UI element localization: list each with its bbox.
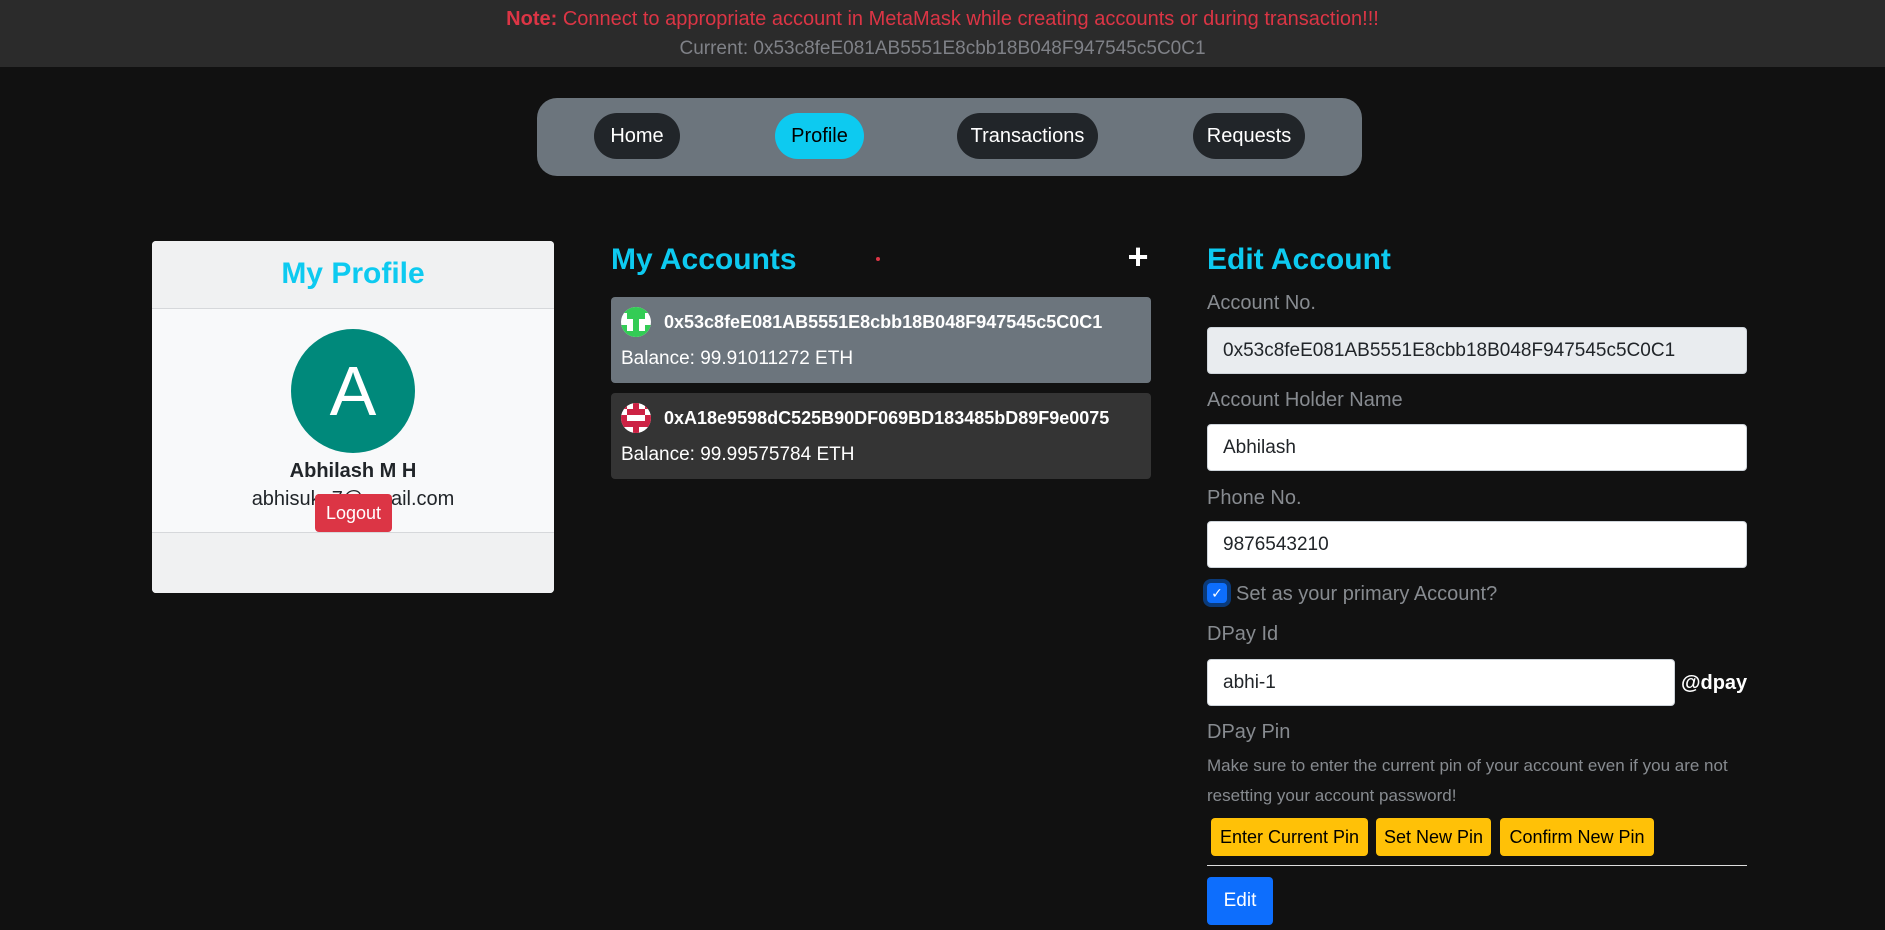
dpay-id-field[interactable]: abhi-1: [1207, 659, 1675, 706]
account-balance: Balance: 99.91011272 ETH: [621, 348, 854, 369]
dpay-suffix: @dpay: [1681, 672, 1748, 694]
indicator-dot: [876, 257, 880, 261]
logout-button[interactable]: Logout: [315, 494, 392, 532]
account-item-selected[interactable]: 0x53c8feE081AB5551E8cbb18B048F947545c5C0…: [611, 297, 1151, 383]
current-address: 0x53c8feE081AB5551E8cbb18B048F947545c5C0…: [753, 38, 1206, 59]
warning-banner: Note: Connect to appropriate account in …: [0, 0, 1885, 67]
phone-field[interactable]: 9876543210: [1207, 521, 1747, 568]
primary-checkbox[interactable]: ✓: [1207, 583, 1227, 603]
avatar: A: [291, 329, 415, 453]
profile-card: My Profile A Abhilash M H abhisuku7@gmai…: [152, 241, 554, 593]
note-line: Note: Connect to appropriate account in …: [0, 8, 1885, 31]
set-new-pin-button[interactable]: Set New Pin: [1376, 818, 1491, 856]
account-address: 0x53c8feE081AB5551E8cbb18B048F947545c5C0…: [664, 312, 1103, 332]
account-item[interactable]: 0xA18e9598dC525B90DF069BD183485bD89F9e00…: [611, 393, 1151, 479]
identicon-green-icon: [621, 307, 651, 337]
account-no-label: Account No.: [1207, 292, 1316, 314]
accounts-title: My Accounts: [611, 243, 797, 276]
profile-title: My Profile: [152, 241, 554, 309]
nav-bar: Home Profile Transactions Requests: [537, 98, 1362, 176]
dpay-pin-label: DPay Pin: [1207, 721, 1291, 743]
holder-name-field[interactable]: Abhilash: [1207, 424, 1747, 471]
nav-profile[interactable]: Profile: [775, 113, 864, 159]
dpay-id-label: DPay Id: [1207, 623, 1279, 645]
pin-help-text: Make sure to enter the current pin of yo…: [1207, 756, 1728, 805]
phone-label: Phone No.: [1207, 487, 1302, 509]
enter-current-pin-button[interactable]: Enter Current Pin: [1211, 818, 1368, 856]
current-account-line: Current: 0x53c8feE081AB5551E8cbb18B048F9…: [0, 38, 1885, 60]
edit-title: Edit Account: [1207, 243, 1391, 276]
account-no-field[interactable]: 0x53c8feE081AB5551E8cbb18B048F947545c5C0…: [1207, 327, 1747, 374]
note-label: Note:: [506, 8, 558, 30]
edit-button[interactable]: Edit: [1207, 877, 1273, 925]
note-text: Connect to appropriate account in MetaMa…: [557, 8, 1379, 30]
identicon-red-icon: [621, 403, 651, 433]
account-balance: Balance: 99.99575784 ETH: [621, 444, 855, 465]
holder-name-label: Account Holder Name: [1207, 389, 1403, 411]
plus-icon[interactable]: +: [1124, 239, 1152, 275]
divider: [1207, 865, 1747, 866]
current-label: Current:: [679, 38, 754, 59]
confirm-new-pin-button[interactable]: Confirm New Pin: [1500, 818, 1654, 856]
account-address: 0xA18e9598dC525B90DF069BD183485bD89F9e00…: [664, 408, 1110, 428]
nav-requests[interactable]: Requests: [1193, 113, 1305, 159]
nav-transactions[interactable]: Transactions: [957, 113, 1098, 159]
profile-card-footer: [152, 532, 554, 593]
profile-name: Abhilash M H: [289, 460, 417, 482]
primary-label: Set as your primary Account?: [1236, 583, 1498, 605]
nav-home[interactable]: Home: [594, 113, 680, 159]
